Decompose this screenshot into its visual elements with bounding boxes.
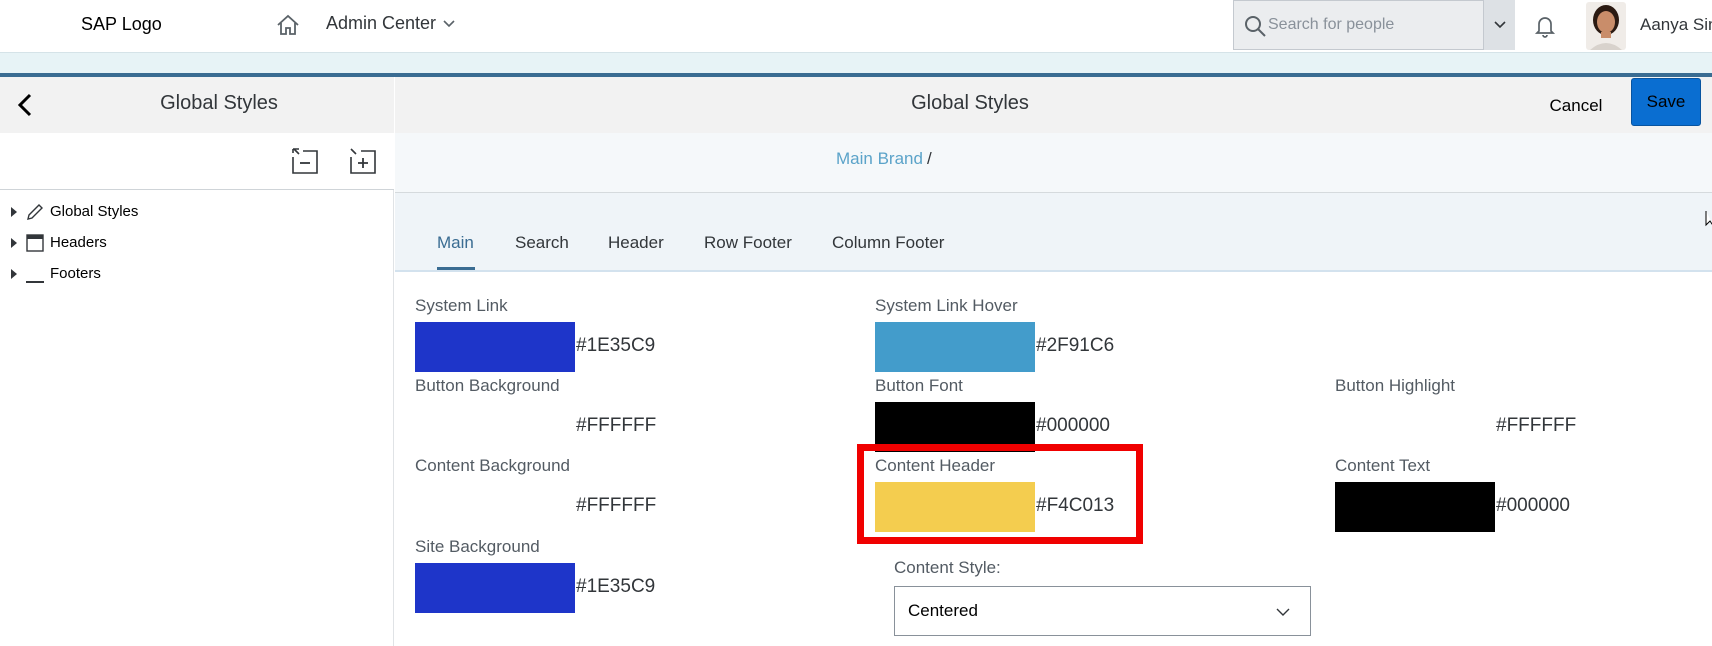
content-style-label: Content Style: [894,558,1001,577]
search-input[interactable] [1268,1,1474,49]
field-system-link: System Link #1E35C9 [415,296,655,372]
tree-item-headers[interactable]: Headers [0,227,394,258]
field-button-font: Button Font #000000 [875,376,1110,452]
active-tab-indicator [437,267,475,270]
field-label: Site Background [415,537,540,556]
field-button-highlight: Button Highlight #FFFFFF [1335,376,1576,452]
color-swatch[interactable] [415,482,575,532]
tree-item-label: Global Styles [50,203,139,220]
mouse-cursor-icon [1705,211,1712,227]
expand-caret-icon[interactable] [11,237,17,248]
field-label: Button Background [415,376,560,395]
editor-header: Global Styles Cancel Save [395,77,1712,133]
collapse-all-icon[interactable] [289,145,321,177]
cancel-button[interactable]: Cancel [1536,83,1616,129]
color-swatch[interactable] [415,563,575,613]
field-label: Content Background [415,456,570,475]
user-name[interactable]: Aanya Sin [1640,15,1712,35]
expand-caret-icon[interactable] [11,268,17,279]
field-label: System Link [415,296,508,315]
underline-icon [26,280,44,283]
expand-all-icon[interactable] [347,145,379,177]
field-button-background: Button Background #FFFFFF [415,376,656,452]
content-style-value: Centered [908,601,978,620]
admin-center-label: Admin Center [326,13,437,33]
breadcrumb-link-main-brand[interactable]: Main Brand [836,149,923,168]
color-swatch[interactable] [415,402,575,452]
tree-item-footers[interactable]: Footers [0,258,394,289]
expand-caret-icon[interactable] [11,206,17,217]
hex-value[interactable]: #FFFFFF [576,495,656,517]
tab-main[interactable]: Main [437,233,474,253]
people-search [1233,0,1515,50]
field-site-background: Site Background #1E35C9 [415,537,655,613]
hex-value[interactable]: #2F91C6 [1036,335,1114,357]
breadcrumb-bar: Main Brand / [395,133,1712,193]
notification-bell-icon[interactable] [1531,11,1559,39]
highlight-annotation-box [857,444,1143,544]
hex-value[interactable]: #000000 [1036,415,1110,437]
chevron-down-icon [1493,21,1506,29]
shell-bar: SAP Logo Admin Center Aanya Sin [0,0,1712,52]
style-tree: Global Styles Headers Footers [0,196,394,289]
color-swatch[interactable] [415,322,575,372]
color-swatch[interactable] [1335,402,1495,452]
save-button[interactable]: Save [1631,78,1701,126]
hex-value[interactable]: #000000 [1496,495,1570,517]
sap-logo[interactable]: SAP Logo [81,14,162,35]
field-label: Content Text [1335,456,1431,475]
editor-title: Global Styles [911,92,1029,114]
tab-search[interactable]: Search [515,233,569,253]
pencil-icon [27,203,43,220]
field-content-text: Content Text #000000 [1335,456,1570,532]
content-style-select[interactable]: Centered [894,586,1311,636]
left-panel: Global Styles Global Styles Headers Foot… [0,77,394,646]
window-icon [26,233,44,252]
chevron-down-icon [1276,608,1290,616]
breadcrumb: Main Brand / [836,149,932,169]
hex-value[interactable]: #FFFFFF [1496,415,1576,437]
hex-value[interactable]: #1E35C9 [576,335,655,357]
search-scope-dropdown[interactable] [1483,0,1515,50]
tree-item-label: Headers [50,234,107,251]
tree-item-global-styles[interactable]: Global Styles [0,196,394,227]
field-system-link-hover: System Link Hover #2F91C6 [875,296,1114,372]
tab-column-footer[interactable]: Column Footer [832,233,944,253]
field-content-background: Content Background #FFFFFF [415,456,656,532]
field-label: Button Font [875,376,963,395]
field-label: Button Highlight [1335,376,1456,395]
left-panel-title: Global Styles [160,92,278,114]
shell-sub-bar [0,52,1712,73]
field-label: System Link Hover [875,296,1018,315]
tab-bar: Main Search Header Row Footer Column Foo… [395,193,1712,272]
hex-value[interactable]: #FFFFFF [576,415,656,437]
left-panel-header: Global Styles [0,77,394,133]
tab-row-footer[interactable]: Row Footer [704,233,792,253]
chevron-down-icon [443,19,455,27]
hex-value[interactable]: #1E35C9 [576,576,655,598]
tab-header[interactable]: Header [608,233,664,253]
user-avatar[interactable] [1586,2,1626,50]
tree-item-label: Footers [50,265,101,282]
search-icon [1245,16,1266,37]
color-swatch[interactable] [875,322,1035,372]
tree-toolbar [0,133,394,190]
color-swatch[interactable] [1335,482,1495,532]
home-icon[interactable] [274,11,302,39]
admin-center-menu[interactable]: Admin Center [326,13,456,34]
breadcrumb-separator: / [926,149,932,168]
